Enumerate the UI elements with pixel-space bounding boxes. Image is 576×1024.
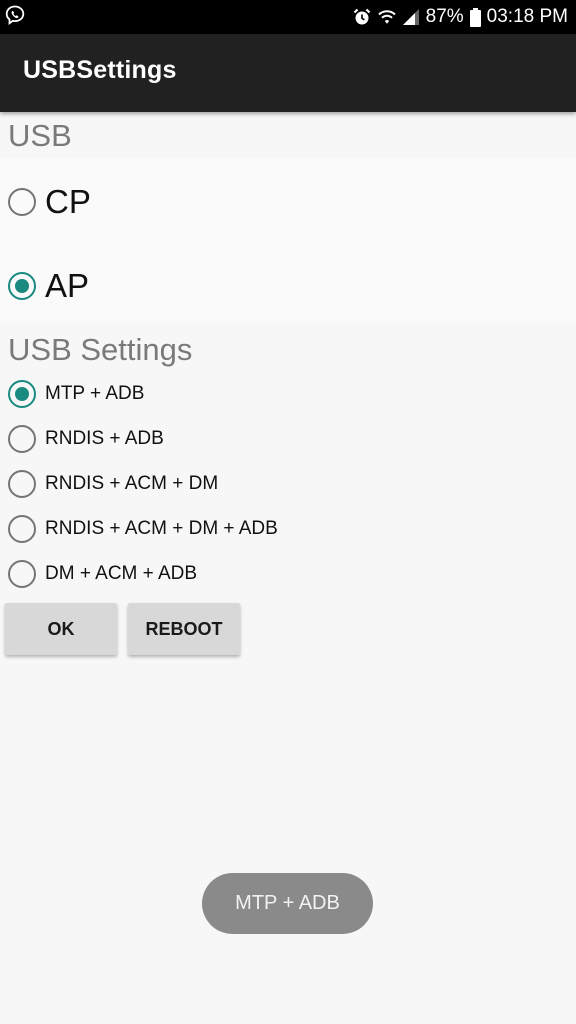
radio-label: RNDIS + ACM + DM [45, 473, 219, 494]
radio-button[interactable] [8, 515, 36, 543]
radio-option-cp[interactable]: CP [8, 183, 91, 221]
clock: 03:18 PM [486, 6, 568, 27]
status-bar: 87% 03:18 PM [0, 0, 576, 34]
radio-label: RNDIS + ACM + DM + ADB [45, 518, 278, 539]
reboot-button[interactable]: REBOOT [128, 603, 240, 655]
viber-icon [5, 5, 25, 27]
signal-icon [402, 8, 420, 26]
radio-button[interactable] [8, 188, 36, 216]
battery-percentage: 87% [425, 6, 464, 27]
radio-label: CP [45, 183, 91, 220]
radio-button[interactable] [8, 470, 36, 498]
radio-button[interactable] [8, 560, 36, 588]
radio-option-mtp-adb[interactable]: MTP + ADB [8, 380, 144, 408]
app-title: USBSettings [23, 56, 177, 84]
toast-message: MTP + ADB [202, 873, 373, 934]
radio-option-rndis-acm-dm-adb[interactable]: RNDIS + ACM + DM + ADB [8, 515, 278, 543]
alarm-icon [352, 7, 372, 27]
ok-button[interactable]: OK [5, 603, 117, 655]
usb-section-title: USB [8, 118, 72, 153]
app-bar: USBSettings [0, 34, 576, 112]
radio-button[interactable] [8, 380, 36, 408]
radio-button[interactable] [8, 272, 36, 300]
radio-label: AP [45, 267, 90, 304]
radio-option-rndis-adb[interactable]: RNDIS + ADB [8, 425, 164, 453]
radio-option-rndis-acm-dm[interactable]: RNDIS + ACM + DM [8, 470, 218, 498]
radio-label: DM + ACM + ADB [45, 563, 198, 584]
battery-icon [469, 7, 481, 27]
radio-option-dm-acm-adb[interactable]: DM + ACM + ADB [8, 560, 197, 588]
usb-settings-section-title: USB Settings [8, 332, 193, 367]
radio-option-ap[interactable]: AP [8, 267, 89, 305]
radio-label: RNDIS + ADB [45, 428, 164, 449]
wifi-icon [377, 8, 396, 26]
radio-label: MTP + ADB [45, 383, 145, 404]
radio-button[interactable] [8, 425, 36, 453]
